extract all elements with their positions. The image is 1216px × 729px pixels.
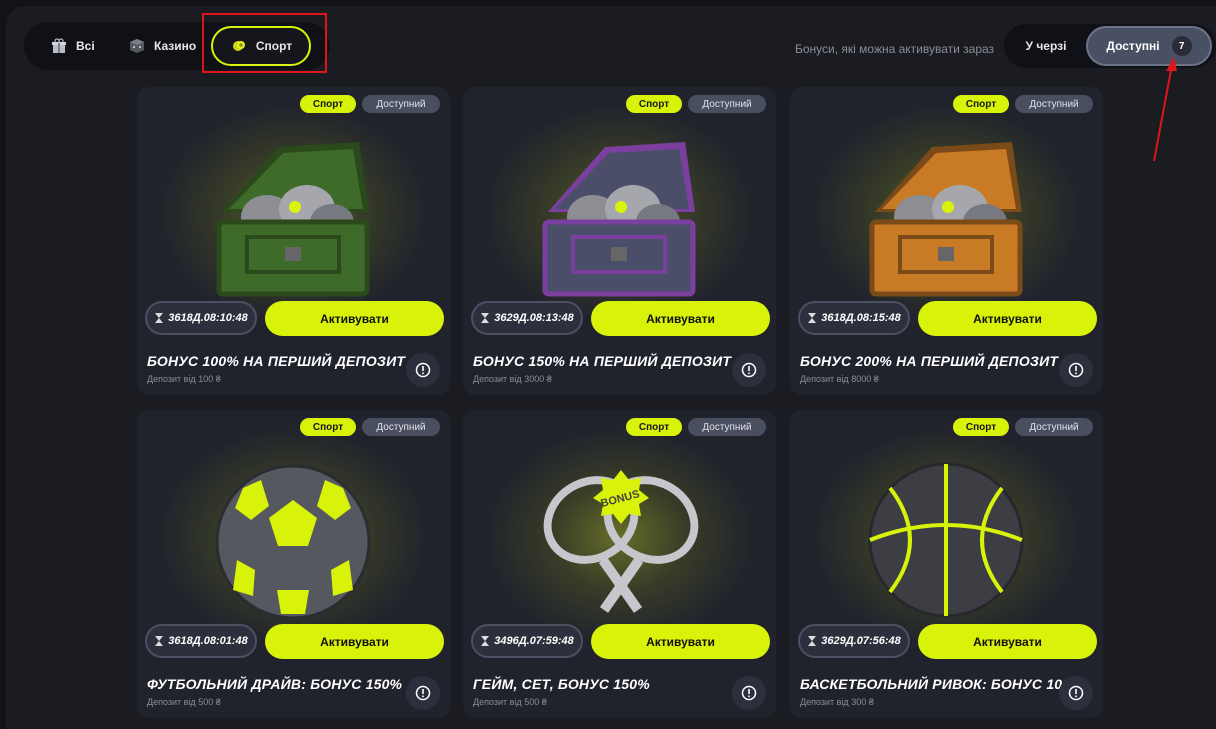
activate-button[interactable]: Активувати: [591, 301, 770, 336]
countdown-value: 3629Д.07:56:48: [821, 635, 901, 647]
tennis-rackets-icon: BONUS: [463, 410, 776, 640]
info-button[interactable]: [406, 353, 440, 387]
bonus-min-deposit: Депозит від 300 ₴: [800, 697, 874, 707]
purple-chest-icon: [463, 87, 776, 317]
bonus-min-deposit: Депозит від 3000 ₴: [473, 374, 552, 384]
annotation-arrow-icon: [1153, 57, 1177, 162]
status-tag: Доступний: [688, 418, 766, 436]
activate-button[interactable]: Активувати: [591, 624, 770, 659]
annotation-highlight-box: [202, 13, 327, 73]
countdown-timer: 3618Д.08:10:48: [145, 301, 257, 335]
tab-available-label: Доступні: [1106, 39, 1160, 53]
bonus-min-deposit: Депозит від 100 ₴: [147, 374, 221, 384]
bonus-card: Спорт Доступний 3618Д.08:01:48 Активуват…: [137, 410, 450, 718]
green-chest-icon: [137, 87, 450, 317]
countdown-timer: 3618Д.08:15:48: [798, 301, 910, 335]
bonus-card: Спорт Доступний 3618Д.08:10:48 Активуват…: [137, 87, 450, 395]
countdown-value: 3618Д.08:10:48: [168, 312, 248, 324]
status-tag: Доступний: [1015, 95, 1093, 113]
bonus-title: БОНУС 200% НА ПЕРШИЙ ДЕПОЗИТ: [800, 353, 1059, 369]
bonus-min-deposit: Депозит від 500 ₴: [473, 697, 547, 707]
bonus-title: ГЕЙМ, СЕТ, БОНУС 150%: [473, 676, 650, 692]
bonus-min-deposit: Депозит від 8000 ₴: [800, 374, 879, 384]
filter-tab-casino-label: Казино: [154, 39, 197, 53]
countdown-timer: 3496Д.07:59:48: [471, 624, 583, 658]
bonus-title: БОНУС 100% НА ПЕРШИЙ ДЕПОЗИТ: [147, 353, 406, 369]
activate-button[interactable]: Активувати: [265, 301, 444, 336]
hourglass-icon: [481, 636, 490, 646]
countdown-value: 3496Д.07:59:48: [494, 635, 574, 647]
filter-tab-casino[interactable]: Казино: [116, 26, 208, 66]
bonus-card: Спорт Доступний 3618Д.08:15:48 Активуват…: [790, 87, 1103, 395]
sport-tag: Спорт: [953, 95, 1009, 113]
available-hint-text: Бонуси, які можна активувати зараз: [795, 42, 995, 56]
sport-tag: Спорт: [300, 95, 356, 113]
bonus-title: БОНУС 150% НА ПЕРШИЙ ДЕПОЗИТ: [473, 353, 732, 369]
tab-available[interactable]: Доступні 7: [1086, 26, 1212, 66]
countdown-value: 3629Д.08:13:48: [494, 312, 574, 324]
orange-chest-icon: [790, 87, 1103, 317]
bonus-card: BONUS Спорт Доступний 3496Д.07:59:48 Акт…: [463, 410, 776, 718]
info-icon: [1068, 362, 1084, 378]
hourglass-icon: [155, 313, 164, 323]
hourglass-icon: [808, 636, 817, 646]
info-icon: [741, 362, 757, 378]
status-tag: Доступний: [688, 95, 766, 113]
countdown-timer: 3629Д.07:56:48: [798, 624, 910, 658]
bonus-title: ФУТБОЛЬНИЙ ДРАЙВ: БОНУС 150%: [147, 676, 403, 692]
info-icon: [415, 362, 431, 378]
filter-tab-all[interactable]: Всі: [38, 26, 107, 66]
activate-button[interactable]: Активувати: [265, 624, 444, 659]
countdown-value: 3618Д.08:15:48: [821, 312, 901, 324]
sport-tag: Спорт: [626, 418, 682, 436]
sport-tag: Спорт: [626, 95, 682, 113]
basketball-icon: [790, 410, 1103, 640]
info-icon: [741, 685, 757, 701]
info-button[interactable]: [1059, 353, 1093, 387]
bonus-card: Спорт Доступний 3629Д.08:13:48 Активуват…: [463, 87, 776, 395]
hourglass-icon: [481, 313, 490, 323]
countdown-timer: 3618Д.08:01:48: [145, 624, 257, 658]
gift-icon: [52, 38, 66, 53]
sport-tag: Спорт: [300, 418, 356, 436]
info-button[interactable]: [1059, 676, 1093, 710]
hourglass-icon: [808, 313, 817, 323]
info-icon: [415, 685, 431, 701]
status-tag: Доступний: [1015, 418, 1093, 436]
activate-button[interactable]: Активувати: [918, 301, 1097, 336]
bonus-min-deposit: Депозит від 500 ₴: [147, 697, 221, 707]
info-button[interactable]: [732, 353, 766, 387]
tab-queue[interactable]: У черзі: [1010, 24, 1082, 68]
filter-tab-all-label: Всі: [76, 39, 95, 53]
hourglass-icon: [155, 636, 164, 646]
info-button[interactable]: [406, 676, 440, 710]
info-button[interactable]: [732, 676, 766, 710]
status-tag: Доступний: [362, 418, 440, 436]
dice-icon: [130, 39, 144, 53]
countdown-timer: 3629Д.08:13:48: [471, 301, 583, 335]
soccer-ball-icon: [137, 410, 450, 640]
available-count-badge: 7: [1171, 36, 1192, 56]
info-icon: [1068, 685, 1084, 701]
sport-tag: Спорт: [953, 418, 1009, 436]
status-tag: Доступний: [362, 95, 440, 113]
bonus-title: БАСКЕТБОЛЬНИЙ РИВОК: БОНУС 100%: [800, 676, 1083, 692]
countdown-value: 3618Д.08:01:48: [168, 635, 248, 647]
activate-button[interactable]: Активувати: [918, 624, 1097, 659]
bonus-card: Спорт Доступний 3629Д.07:56:48 Активуват…: [790, 410, 1103, 718]
